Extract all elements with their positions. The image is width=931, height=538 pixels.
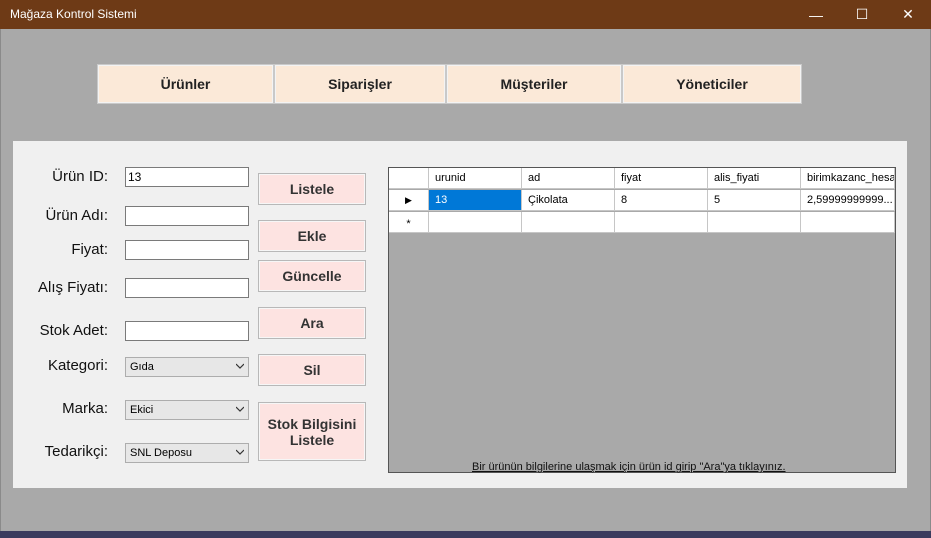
- urun-id-input[interactable]: 13: [125, 167, 249, 187]
- grid-cell-empty[interactable]: [708, 212, 801, 233]
- kategori-value: Gıda: [130, 361, 154, 373]
- table-row[interactable]: ▶ 13 Çikolata 8 5 2,59999999999...: [389, 190, 895, 212]
- sil-button[interactable]: Sil: [258, 354, 366, 386]
- guncelle-button[interactable]: Güncelle: [258, 260, 366, 292]
- maximize-icon: ☐: [855, 6, 869, 22]
- grid-cell-empty[interactable]: [429, 212, 522, 233]
- tedarikci-select[interactable]: SNL Deposu: [125, 443, 249, 463]
- title-bar: Mağaza Kontrol Sistemi — ☐ ✕: [0, 0, 931, 29]
- new-row[interactable]: *: [389, 212, 895, 234]
- chevron-down-icon: [236, 449, 244, 455]
- stok-listele-line2: Listele: [289, 431, 335, 448]
- column-header-birimkazanc[interactable]: birimkazanc_hesa: [801, 168, 895, 189]
- stok-adet-label: Stok Adet:: [39, 322, 108, 339]
- ara-button[interactable]: Ara: [258, 307, 366, 339]
- listele-button[interactable]: Listele: [258, 173, 366, 205]
- kategori-select[interactable]: Gıda: [125, 357, 249, 377]
- urun-adi-input[interactable]: [125, 206, 249, 226]
- grid-corner: [389, 168, 429, 189]
- tedarikci-value: SNL Deposu: [130, 447, 192, 459]
- taskbar-edge: [0, 531, 931, 538]
- fiyat-label: Fiyat:: [71, 241, 108, 258]
- close-icon: ✕: [902, 6, 914, 22]
- column-header-urunid[interactable]: urunid: [429, 168, 522, 189]
- grid-header-row: urunid ad fiyat alis_fiyati birimkazanc_…: [389, 168, 895, 190]
- minimize-icon: —: [809, 6, 823, 23]
- chevron-down-icon: [236, 406, 244, 412]
- grid-cell-alis-fiyati[interactable]: 5: [708, 190, 801, 211]
- grid-cell-ad[interactable]: Çikolata: [522, 190, 615, 211]
- minimize-button[interactable]: —: [793, 0, 839, 29]
- chevron-down-icon: [236, 363, 244, 369]
- maximize-button[interactable]: ☐: [839, 0, 885, 29]
- window-title: Mağaza Kontrol Sistemi: [10, 7, 137, 21]
- tedarikci-label: Tedarikçi:: [44, 443, 108, 460]
- stok-listele-button[interactable]: Stok Bilgisini Listele: [258, 402, 366, 461]
- fiyat-input[interactable]: [125, 240, 249, 260]
- urunler-button[interactable]: Ürünler: [97, 64, 274, 104]
- marka-value: Ekici: [130, 404, 154, 416]
- alis-fiyati-input[interactable]: [125, 278, 249, 298]
- musteriler-button[interactable]: Müşteriler: [446, 64, 622, 104]
- siparisler-button[interactable]: Siparişler: [274, 64, 446, 104]
- grid-cell-empty[interactable]: [522, 212, 615, 233]
- grid-cell-birimkazanc[interactable]: 2,59999999999...: [801, 190, 895, 211]
- stok-listele-line1: Stok Bilgisini: [267, 415, 357, 432]
- current-row-icon[interactable]: ▶: [389, 190, 429, 211]
- grid-cell-empty[interactable]: [615, 212, 708, 233]
- stok-adet-input[interactable]: [125, 321, 249, 341]
- grid-cell-empty[interactable]: [801, 212, 895, 233]
- column-header-ad[interactable]: ad: [522, 168, 615, 189]
- product-panel: Ürün ID: 13 Ürün Adı: Fiyat: Alış Fiyatı…: [13, 141, 907, 488]
- product-grid[interactable]: urunid ad fiyat alis_fiyati birimkazanc_…: [388, 167, 896, 473]
- grid-cell-fiyat[interactable]: 8: [615, 190, 708, 211]
- yoneticiler-button[interactable]: Yöneticiler: [622, 64, 802, 104]
- ekle-button[interactable]: Ekle: [258, 220, 366, 252]
- main-form: Ürünler Siparişler Müşteriler Yöneticile…: [0, 29, 931, 531]
- marka-select[interactable]: Ekici: [125, 400, 249, 420]
- new-row-icon[interactable]: *: [389, 212, 429, 233]
- close-button[interactable]: ✕: [885, 0, 931, 29]
- kategori-label: Kategori:: [47, 357, 108, 374]
- alis-fiyati-label: Alış Fiyatı:: [37, 279, 108, 296]
- column-header-alis-fiyati[interactable]: alis_fiyati: [708, 168, 801, 189]
- urun-adi-label: Ürün Adı:: [45, 207, 108, 224]
- marka-label: Marka:: [62, 400, 108, 417]
- grid-cell-urunid[interactable]: 13: [429, 190, 522, 211]
- column-header-fiyat[interactable]: fiyat: [615, 168, 708, 189]
- urun-id-label: Ürün ID:: [52, 168, 108, 185]
- search-hint-link[interactable]: Bir ürünün bilgilerine ulaşmak için ürün…: [472, 461, 786, 473]
